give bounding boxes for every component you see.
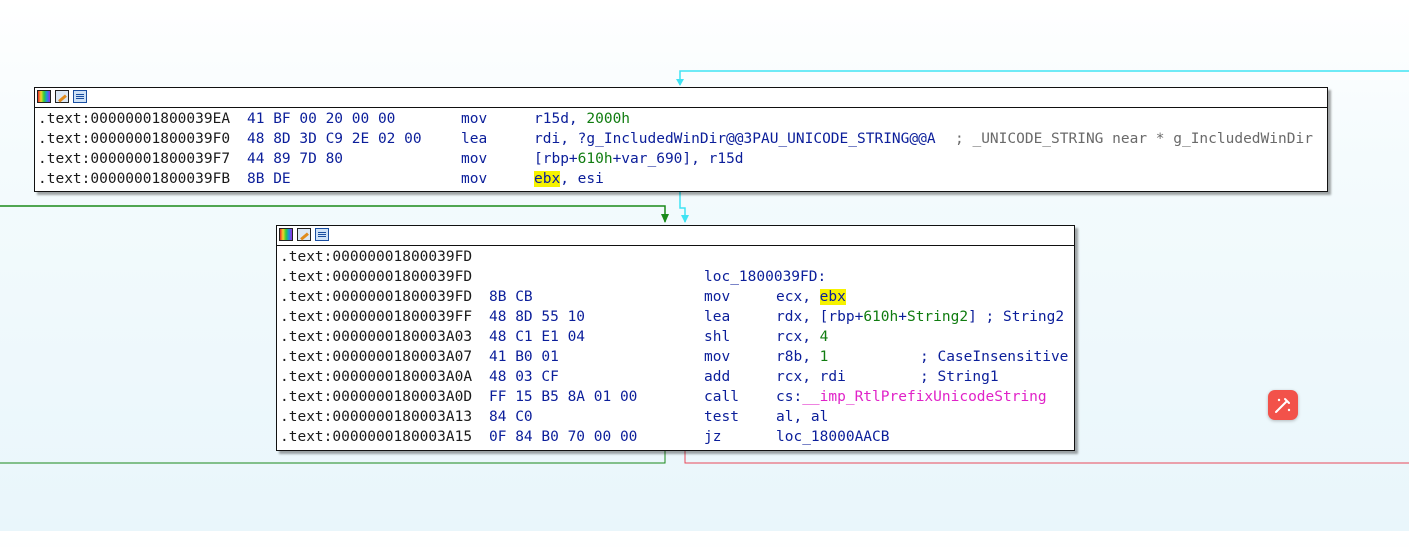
operands: r8b, 1	[776, 349, 829, 365]
mnemonic: add	[704, 369, 731, 385]
edge-green-out	[0, 450, 666, 464]
code-block-node-1[interactable]: .text:00000001800039EA 41 BF 00 20 00 00…	[34, 87, 1328, 192]
opcode-bytes: 8B CB	[489, 289, 533, 305]
operands: rdx, [rbp+610h+String2] ; String2	[776, 309, 1065, 325]
address: .text:00000001800039F7	[38, 151, 231, 167]
opcode-bytes: 44 89 7D 80	[247, 151, 344, 167]
operands: r15d, 2000h	[534, 111, 631, 127]
mnemonic: mov	[461, 171, 488, 187]
asm-line[interactable]: .text:00000001800039FD	[280, 247, 1074, 267]
magic-edit-button[interactable]	[1268, 390, 1298, 420]
opcode-bytes: 41 B0 01	[489, 349, 559, 365]
code-block-node-2[interactable]: .text:00000001800039FD .text:00000001800…	[276, 225, 1075, 451]
mnemonic: call	[704, 389, 739, 405]
asm-line[interactable]: .text:0000000180003A15 0F 84 B0 70 00 00…	[280, 427, 1074, 447]
comment: ; _UNICODE_STRING near * g_IncludedWinDi…	[955, 131, 1313, 147]
asm-line[interactable]: .text:0000000180003A0D FF 15 B5 8A 01 00…	[280, 387, 1074, 407]
highlighted-register: ebx	[534, 171, 561, 187]
mnemonic: shl	[704, 329, 731, 345]
address: .text:00000001800039F0	[38, 131, 231, 147]
operands: ebx, esi	[534, 171, 604, 187]
address: .text:0000000180003A07	[280, 349, 473, 365]
opcode-bytes: 41 BF 00 20 00 00	[247, 111, 396, 127]
magic-edit-icon	[1275, 398, 1291, 413]
graph-view-icon[interactable]	[73, 90, 87, 103]
asm-line[interactable]: .text:00000001800039F7 44 89 7D 80 mov […	[38, 149, 1327, 169]
opcode-bytes: 48 03 CF	[489, 369, 559, 385]
operands: ecx, ebx	[776, 289, 846, 305]
asm-line[interactable]: .text:00000001800039FD loc_1800039FD:	[280, 267, 1074, 287]
asm-line[interactable]: .text:00000001800039FD 8B CB mov ecx, eb…	[280, 287, 1074, 307]
address: .text:0000000180003A13	[280, 409, 473, 425]
comment: ; CaseInsensitive	[920, 349, 1069, 365]
asm-line[interactable]: .text:00000001800039EA 41 BF 00 20 00 00…	[38, 109, 1327, 129]
node-header	[277, 226, 1074, 246]
opcode-bytes: 84 C0	[489, 409, 533, 425]
mnemonic: mov	[704, 349, 731, 365]
address: .text:0000000180003A0D	[280, 389, 473, 405]
operands: loc_18000AACB	[776, 429, 890, 445]
edge-fallthrough-arrow	[681, 215, 689, 223]
opcode-bytes: 48 C1 E1 04	[489, 329, 586, 345]
address: .text:00000001800039FD	[280, 249, 473, 265]
node-body: .text:00000001800039EA 41 BF 00 20 00 00…	[35, 108, 1327, 191]
opcode-bytes: 48 8D 3D C9 2E 02 00	[247, 131, 422, 147]
code-label: loc_1800039FD:	[704, 269, 827, 285]
edge-loop-back	[679, 70, 1409, 85]
node-body: .text:00000001800039FD .text:00000001800…	[277, 246, 1074, 449]
address: .text:0000000180003A15	[280, 429, 473, 445]
address: .text:00000001800039FD	[280, 289, 473, 305]
operands: rcx, rdi	[776, 369, 846, 385]
mnemonic: mov	[704, 289, 731, 305]
asm-line[interactable]: .text:0000000180003A07 41 B0 01 mov r8b,…	[280, 347, 1074, 367]
operands: al, al	[776, 409, 829, 425]
address: .text:00000001800039FD	[280, 269, 473, 285]
address: .text:0000000180003A0A	[280, 369, 473, 385]
edit-node-icon[interactable]	[55, 90, 69, 103]
mnemonic: lea	[704, 309, 731, 325]
address: .text:0000000180003A03	[280, 329, 473, 345]
comment: ; String1	[920, 369, 999, 385]
edge-green-in	[0, 205, 666, 222]
color-picker-icon[interactable]	[37, 90, 51, 103]
address: .text:00000001800039FF	[280, 309, 473, 325]
edge-loop-arrow	[676, 79, 684, 86]
edge-red-out	[684, 450, 1409, 464]
asm-line[interactable]: .text:00000001800039FF 48 8D 55 10 lea r…	[280, 307, 1074, 327]
mnemonic: test	[704, 409, 739, 425]
mnemonic: mov	[461, 111, 488, 127]
opcode-bytes: 0F 84 B0 70 00 00	[489, 429, 638, 445]
asm-line[interactable]: .text:0000000180003A13 84 C0 test al, al	[280, 407, 1074, 427]
opcode-bytes: 48 8D 55 10	[489, 309, 586, 325]
operands: rdi, ?g_IncludedWinDir@@3PAU_UNICODE_STR…	[534, 131, 936, 147]
edge-green-in-arrow	[661, 214, 669, 223]
address: .text:00000001800039FB	[38, 171, 231, 187]
mnemonic: lea	[461, 131, 488, 147]
asm-line[interactable]: .text:0000000180003A03 48 C1 E1 04 shl r…	[280, 327, 1074, 347]
operands: rcx, 4	[776, 329, 829, 345]
mnemonic: jz	[704, 429, 722, 445]
mnemonic: mov	[461, 151, 488, 167]
operands: [rbp+610h+var_690], r15d	[534, 151, 744, 167]
edit-node-icon[interactable]	[297, 228, 311, 241]
asm-line[interactable]: .text:00000001800039FB 8B DE mov ebx, es…	[38, 169, 1327, 189]
highlighted-register: ebx	[819, 289, 846, 305]
color-picker-icon[interactable]	[279, 228, 293, 241]
opcode-bytes: 8B DE	[247, 171, 291, 187]
operands: cs:__imp_RtlPrefixUnicodeString	[776, 389, 1047, 405]
node-header	[35, 88, 1327, 108]
asm-line[interactable]: .text:0000000180003A0A 48 03 CF add rcx,…	[280, 367, 1074, 387]
asm-line[interactable]: .text:00000001800039F0 48 8D 3D C9 2E 02…	[38, 129, 1327, 149]
opcode-bytes: FF 15 B5 8A 01 00	[489, 389, 638, 405]
address: .text:00000001800039EA	[38, 111, 231, 127]
graph-view-icon[interactable]	[315, 228, 329, 241]
